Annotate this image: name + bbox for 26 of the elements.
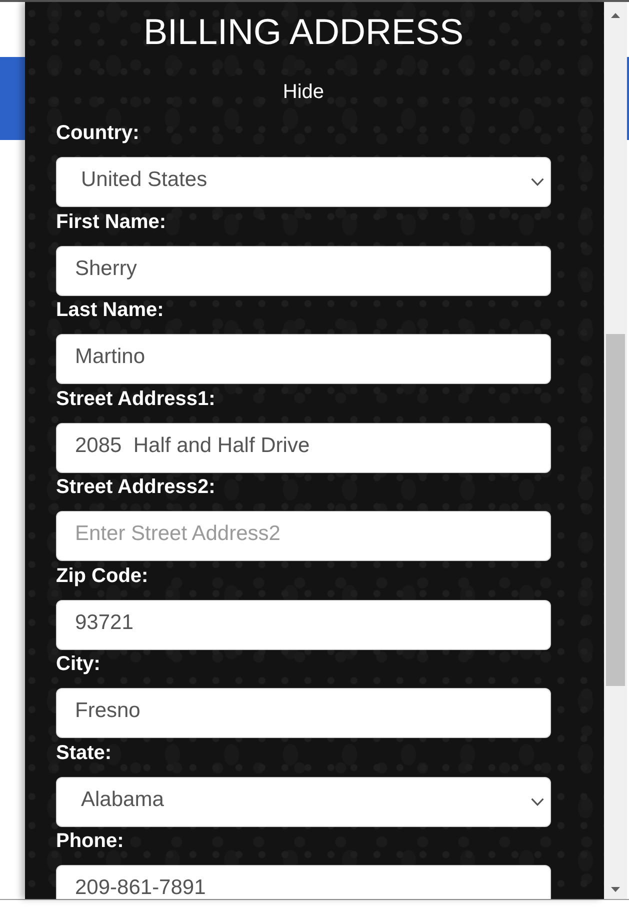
field-label: Street Address1: (56, 388, 216, 410)
field-label: Country: (56, 122, 140, 144)
field-label: State: (56, 742, 113, 764)
text-field[interactable]: 2085 Half and Half Drive (56, 422, 551, 472)
scroll-up-arrow-icon[interactable] (611, 13, 620, 18)
field-label: City: (56, 653, 102, 675)
dropdown-field[interactable]: United States (56, 157, 551, 207)
dialog-title: BILLING ADDRESS (142, 12, 465, 52)
scroll-down-arrow-icon[interactable] (611, 887, 620, 892)
field-label: Phone: (56, 830, 125, 852)
scrollbar-thumb[interactable] (606, 334, 625, 686)
text-field[interactable]: 209-861-7891 (56, 865, 551, 899)
chevron-down-icon (531, 178, 544, 186)
dropdown-field[interactable]: Alabama (56, 776, 551, 826)
field-label: Street Address2: (56, 476, 216, 498)
chevron-down-icon (531, 798, 544, 806)
text-field[interactable]: 93721 (56, 600, 551, 650)
text-field[interactable]: Fresno (56, 688, 551, 738)
text-field[interactable]: Martino (56, 334, 551, 384)
hide-link[interactable]: Hide (282, 81, 324, 103)
field-label: Last Name: (56, 299, 165, 321)
field-label: First Name: (56, 210, 168, 232)
scrollbar[interactable] (604, 2, 627, 899)
field-label: Zip Code: (56, 564, 150, 586)
text-field[interactable]: Enter Street Address2 (56, 511, 551, 561)
text-field[interactable]: Sherry (56, 246, 551, 296)
